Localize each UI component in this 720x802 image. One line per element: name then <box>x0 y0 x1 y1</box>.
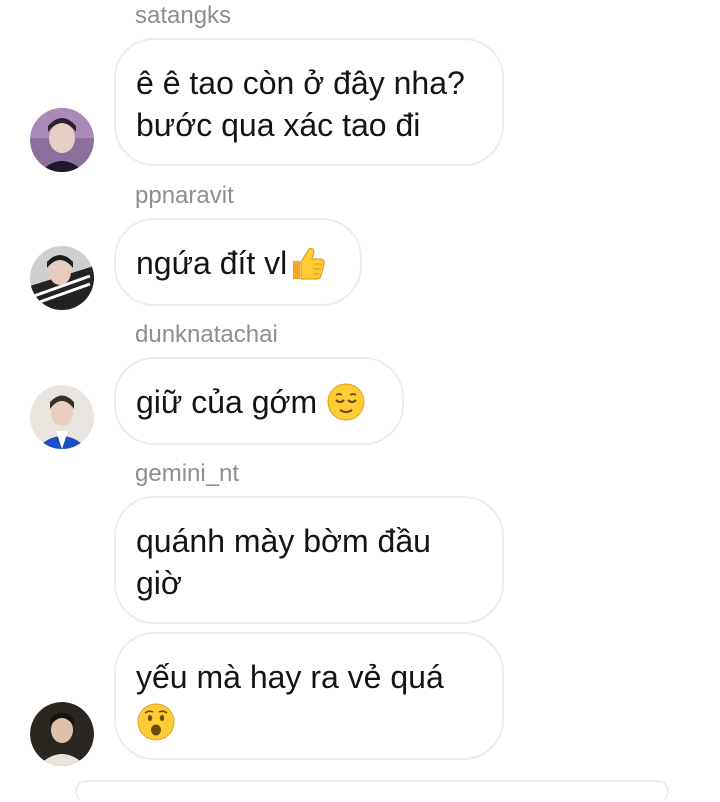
sender-name: satangks <box>135 2 232 29</box>
message-bubble[interactable]: ngứa đít vl <box>114 218 362 306</box>
sender-name: gemini_nt <box>135 460 240 487</box>
avatar[interactable] <box>30 246 94 310</box>
next-message-bubble-edge <box>75 780 669 802</box>
avatar[interactable] <box>30 108 94 172</box>
message-text: yếu mà hay ra vẻ quá <box>136 656 482 742</box>
message-text: quánh mày bờm đầu giờ <box>136 523 431 601</box>
avatar[interactable] <box>30 385 94 449</box>
message-bubble[interactable]: ê ê tao còn ở đây nha? bước qua xác tao … <box>114 38 504 166</box>
message-text: ê ê tao còn ở đây nha? bước qua xác tao … <box>136 65 465 143</box>
sender-name: ppnaravit <box>135 182 234 209</box>
message-bubble[interactable]: yếu mà hay ra vẻ quá <box>114 632 504 760</box>
message-text: ngứa đít vl <box>136 242 340 286</box>
message-bubble[interactable]: quánh mày bờm đầu giờ <box>114 496 504 624</box>
surprised-face-icon <box>137 703 175 741</box>
avatar[interactable] <box>30 702 94 766</box>
message-bubble[interactable]: giữ của gớm <box>114 357 404 445</box>
sender-name: dunknatachai <box>135 321 278 348</box>
thumbs-up-icon <box>293 247 326 280</box>
message-text: giữ của gớm <box>136 381 382 425</box>
relieved-face-icon <box>327 383 365 421</box>
chat-thread: satangks ê ê tao còn ở đây nha? bước qua… <box>0 0 720 802</box>
